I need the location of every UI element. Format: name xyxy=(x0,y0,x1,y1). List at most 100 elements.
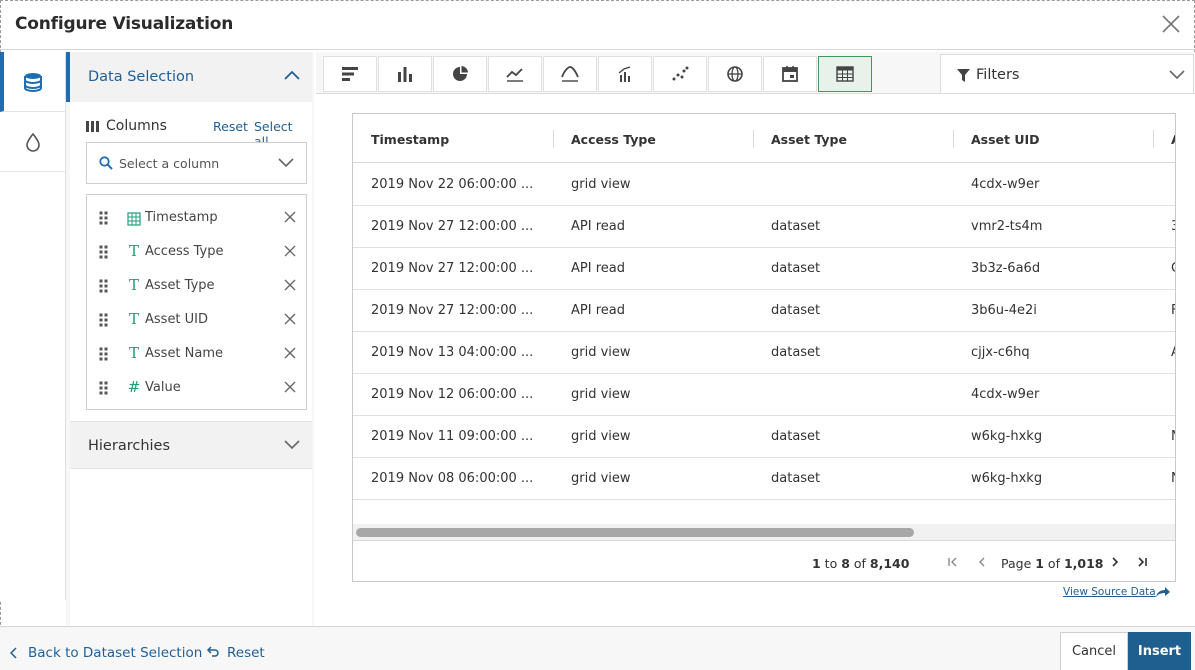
table-row[interactable]: 2019 Nov 08 06:00:00 ... grid view dataset… xyxy=(353,458,1175,500)
chevron-down-icon xyxy=(278,158,294,168)
table-cell: 2019 Nov 13 04:00:00 ... xyxy=(371,345,534,360)
column-header[interactable]: A xyxy=(1171,132,1175,147)
remove-column-icon[interactable] xyxy=(284,347,296,359)
drag-handle-icon[interactable] xyxy=(99,211,109,227)
column-resize-handle[interactable] xyxy=(953,130,954,148)
column-resize-handle[interactable] xyxy=(553,130,554,148)
dialog-footer: Back to Dataset Selection Reset Cancel I… xyxy=(0,626,1195,670)
drag-handle-icon[interactable] xyxy=(99,313,109,329)
column-resize-handle[interactable] xyxy=(1153,130,1154,148)
combo-chart-icon xyxy=(618,66,631,82)
chart-type-bar-vertical-button[interactable] xyxy=(378,56,432,92)
remove-column-icon[interactable] xyxy=(284,381,296,393)
table-row[interactable]: 2019 Nov 13 04:00:00 ... grid view dataset… xyxy=(353,332,1175,374)
table-row[interactable]: 2019 Nov 22 06:00:00 ... grid view 4cdx-w9… xyxy=(353,164,1175,206)
prev-page-icon[interactable] xyxy=(976,556,988,568)
column-item[interactable]: Timestamp xyxy=(87,201,306,235)
column-item-label: Asset Type xyxy=(145,278,215,293)
remove-column-icon[interactable] xyxy=(284,245,296,257)
column-item[interactable]: T Asset Name xyxy=(87,337,306,371)
back-to-dataset-button[interactable]: Back to Dataset Selection xyxy=(28,645,202,661)
next-page-icon[interactable] xyxy=(1109,556,1121,568)
column-item[interactable]: T Access Type xyxy=(87,235,306,269)
drag-handle-icon[interactable] xyxy=(99,347,109,363)
table-cell: 2019 Nov 27 12:00:00 ... xyxy=(371,303,534,318)
table-pager: 1 to 8 of 8,140 Page 1 of 1,018 xyxy=(353,540,1175,581)
table-cell: w6kg-hxkg xyxy=(971,429,1043,444)
database-icon xyxy=(23,72,42,92)
rail-item-data[interactable] xyxy=(0,52,65,112)
close-icon[interactable] xyxy=(1157,10,1185,38)
view-source-data-link[interactable]: View Source Data xyxy=(1063,586,1156,598)
remove-column-icon[interactable] xyxy=(284,279,296,291)
remove-column-icon[interactable] xyxy=(284,211,296,223)
columns-reset-link[interactable]: Reset xyxy=(213,119,248,134)
chart-type-line-button[interactable] xyxy=(488,56,542,92)
table-cell: API read xyxy=(571,261,625,276)
horizontal-scrollbar[interactable] xyxy=(353,524,1175,540)
chart-type-pie-button[interactable] xyxy=(433,56,487,92)
footer-reset-button[interactable]: Reset xyxy=(227,645,265,661)
hierarchies-header[interactable]: Hierarchies xyxy=(70,421,312,469)
search-icon xyxy=(99,156,113,170)
dialog-title: Configure Visualization xyxy=(15,14,234,34)
table-row[interactable]: 2019 Nov 12 06:00:00 ... grid view 4cdx-w9… xyxy=(353,374,1175,416)
data-selection-label: Data Selection xyxy=(88,69,195,85)
table-cell: 4cdx-w9er xyxy=(971,387,1040,402)
column-resize-handle[interactable] xyxy=(753,130,754,148)
map-chart-icon xyxy=(727,66,743,82)
drag-handle-icon[interactable] xyxy=(99,245,109,261)
scrollbar-thumb[interactable] xyxy=(356,528,914,537)
drag-handle-icon[interactable] xyxy=(99,279,109,295)
table-cell: N xyxy=(1171,429,1175,444)
dialog-header: Configure Visualization xyxy=(0,0,1195,50)
filters-dropdown[interactable]: Filters xyxy=(940,54,1194,94)
table-cell: dataset xyxy=(771,261,821,276)
table-cell: 3b6u-4e2i xyxy=(971,303,1037,318)
column-header[interactable]: Access Type xyxy=(571,132,656,147)
table-cell: 3b3z-6a6d xyxy=(971,261,1041,276)
cancel-button[interactable]: Cancel xyxy=(1060,632,1128,670)
text-type-icon: T xyxy=(128,310,139,328)
last-page-icon[interactable] xyxy=(1136,556,1148,568)
drag-handle-icon[interactable] xyxy=(99,381,109,397)
column-header[interactable]: Timestamp xyxy=(371,132,449,147)
table-row[interactable]: 2019 Nov 27 12:00:00 ... API read dataset 3… xyxy=(353,248,1175,290)
column-header[interactable]: Asset UID xyxy=(971,132,1040,147)
column-item-label: Asset UID xyxy=(145,312,209,327)
table-cell: grid view xyxy=(571,471,631,486)
columns-row: Columns Reset Select all xyxy=(86,118,308,149)
chart-type-calendar-button[interactable] xyxy=(763,56,817,92)
text-type-icon: T xyxy=(128,276,139,294)
table-row[interactable]: 2019 Nov 11 09:00:00 ... grid view dataset… xyxy=(353,416,1175,458)
data-selection-header[interactable]: Data Selection xyxy=(66,52,312,102)
insert-button[interactable]: Insert xyxy=(1128,632,1191,670)
column-header[interactable]: Asset Type xyxy=(771,132,847,147)
column-item[interactable]: T Asset Type xyxy=(87,269,306,303)
chart-type-table-button[interactable] xyxy=(818,56,872,92)
chart-type-scatter-button[interactable] xyxy=(653,56,707,92)
chart-type-bar-horizontal-button[interactable] xyxy=(323,56,377,92)
table-row[interactable]: 2019 Nov 27 12:00:00 ... API read dataset v… xyxy=(353,206,1175,248)
chart-type-map-button[interactable] xyxy=(708,56,762,92)
rail-item-style[interactable] xyxy=(0,112,65,172)
droplet-icon xyxy=(25,132,40,152)
column-select-dropdown[interactable]: Select a column xyxy=(86,142,307,184)
remove-column-icon[interactable] xyxy=(284,313,296,325)
table-cell: dataset xyxy=(771,345,821,360)
first-page-icon[interactable] xyxy=(947,556,959,568)
share-arrow-icon[interactable] xyxy=(1155,586,1171,598)
column-item[interactable]: # Value xyxy=(87,371,306,405)
table-cell: dataset xyxy=(771,303,821,318)
table-row[interactable]: 2019 Nov 27 12:00:00 ... API read dataset 3… xyxy=(353,290,1175,332)
column-item[interactable]: T Asset UID xyxy=(87,303,306,337)
table-cell: 2019 Nov 27 12:00:00 ... xyxy=(371,261,534,276)
line-chart-icon xyxy=(506,68,523,82)
columns-label: Columns xyxy=(106,118,167,134)
chevron-up-icon xyxy=(284,70,300,80)
chart-type-area-button[interactable] xyxy=(543,56,597,92)
pie-chart-icon xyxy=(453,66,468,81)
selected-columns-list: Timestamp T Access Type T Asset Type T Asset U… xyxy=(86,194,307,410)
table-cell: 3 xyxy=(1171,219,1175,234)
chart-type-combo-button[interactable] xyxy=(598,56,652,92)
